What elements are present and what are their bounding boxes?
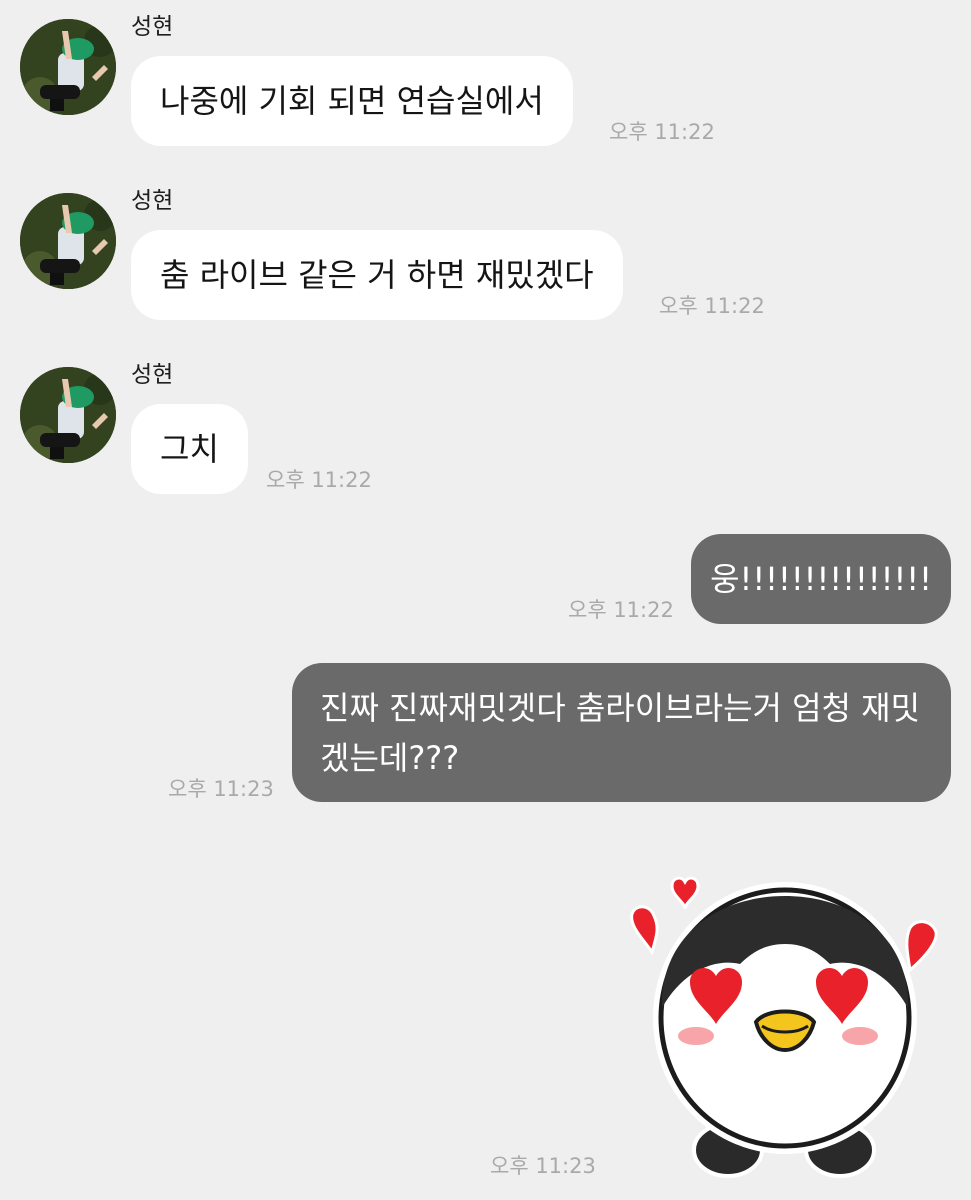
message-timestamp: 오후 11:22 bbox=[568, 598, 674, 622]
heart-icon bbox=[905, 920, 938, 973]
sender-avatar[interactable] bbox=[20, 19, 116, 115]
sender-avatar[interactable] bbox=[20, 367, 116, 463]
message-timestamp: 오후 11:23 bbox=[168, 777, 274, 801]
sender-name: 성현 bbox=[131, 362, 174, 388]
sender-name: 성현 bbox=[131, 188, 174, 214]
message-bubble[interactable]: 그치 bbox=[131, 404, 248, 494]
message-bubble[interactable]: 춤 라이브 같은 거 하면 재밌겠다 bbox=[131, 230, 623, 320]
message-timestamp: 오후 11:22 bbox=[659, 294, 765, 318]
message-timestamp: 오후 11:22 bbox=[266, 468, 372, 492]
sender-avatar[interactable] bbox=[20, 193, 116, 289]
message-timestamp: 오후 11:22 bbox=[609, 120, 715, 144]
message-bubble[interactable]: 웅!!!!!!!!!!!!!!! bbox=[691, 534, 951, 624]
message-bubble[interactable]: 진짜 진짜재밋겟다 춤라이브라는거 엄청 재밋겠는데??? bbox=[292, 663, 951, 802]
message-bubble[interactable]: 나중에 기회 되면 연습실에서 bbox=[131, 56, 573, 146]
heart-icon bbox=[670, 876, 700, 910]
sender-name: 성현 bbox=[131, 14, 174, 40]
heart-icon bbox=[630, 905, 659, 956]
penguin-heart-eyes-sticker[interactable] bbox=[610, 840, 955, 1185]
message-timestamp: 오후 11:23 bbox=[490, 1154, 596, 1178]
